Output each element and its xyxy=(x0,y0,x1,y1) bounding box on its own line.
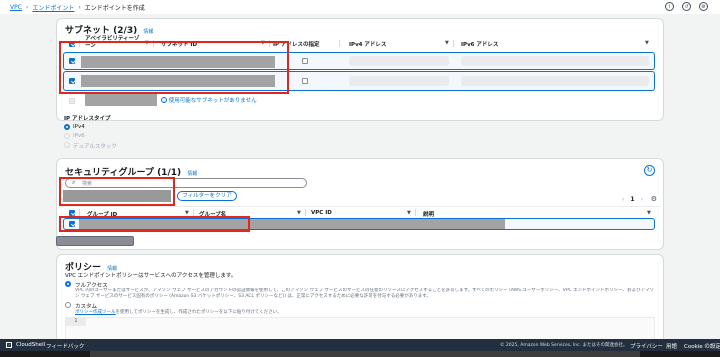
ip-spec-checkbox[interactable] xyxy=(302,58,308,64)
info-icon[interactable]: i xyxy=(665,2,674,11)
col-ipv4: IPv4 アドレス xyxy=(349,42,387,48)
custom-radio[interactable] xyxy=(65,302,71,308)
copyright-text: © 2025, Amazon Web Services, Inc. またはその関… xyxy=(500,343,628,348)
settings-gear-icon[interactable]: ⚙ xyxy=(651,195,657,203)
ipv6-radio-label: IPv6 xyxy=(73,133,85,139)
caret-down-icon[interactable]: ▼ xyxy=(645,40,649,46)
privacy-link[interactable]: プライバシー xyxy=(630,342,663,350)
ipv4-address-input[interactable] xyxy=(349,56,449,66)
subnets-info-link[interactable]: 情報 xyxy=(143,29,153,35)
highlight-box xyxy=(59,41,289,94)
column-divider xyxy=(415,209,416,216)
pagination: ‹ 1 › xyxy=(622,196,643,203)
page-number[interactable]: 1 xyxy=(630,196,634,203)
ipv6-radio xyxy=(64,133,70,139)
subnets-count: (2/3) xyxy=(113,26,138,36)
col-description[interactable]: 説明 xyxy=(423,210,434,218)
line-number: 1 xyxy=(66,318,86,326)
clear-filter-label: フィルターをクリア xyxy=(182,193,232,199)
security-groups-panel: セキュリティグループ (1/1) 情報 ↻ ⌕ 検索 フィルターをクリア ‹ 1… xyxy=(56,158,664,250)
bottom-bar-overlay xyxy=(90,351,640,357)
history-icon[interactable]: ↺ xyxy=(682,2,691,11)
custom-description: ポリシー作成ツールを使用してポリシーを生成し、作成されたポリシーを以下に貼り付け… xyxy=(75,309,282,315)
policy-subtitle: VPC エンドポイントポリシーはサービスへのアクセスを管理します。 xyxy=(65,273,237,279)
subnet-row-checkbox-disabled xyxy=(69,98,75,104)
dualstack-radio xyxy=(64,142,70,148)
no-subnet-message-text: 使用可能なサブネットがありません xyxy=(168,98,257,104)
policy-generator-link[interactable]: ポリシー作成ツール xyxy=(75,310,116,315)
settings-icon[interactable]: ⚙ xyxy=(699,2,708,11)
full-access-description: VPC 内のユーザーまたはサービスが、アマゾン ウェブ サービスのアカウントの認… xyxy=(75,288,655,299)
col-ipv6: IPv6 アドレス xyxy=(461,42,499,48)
divider xyxy=(59,206,661,207)
dualstack-radio-label: デュアルスタック xyxy=(73,144,117,150)
cloudshell-link[interactable]: CloudShell xyxy=(16,342,45,348)
no-subnet-message: i 使用可能なサブネットがありません xyxy=(161,96,257,104)
refresh-icon[interactable]: ↻ xyxy=(644,165,655,176)
ip-type-label: IP アドレスタイプ xyxy=(64,116,111,122)
breadcrumb: VPC › エンドポイント › エンドポイントを作成 i ↺ ⚙ xyxy=(0,0,720,14)
chevron-right-icon[interactable]: › xyxy=(641,196,643,203)
column-divider xyxy=(339,40,340,47)
column-divider xyxy=(305,209,306,216)
chevron-right-icon: › xyxy=(25,3,29,11)
subnets-panel: サブネット (2/3) 情報 アベイラビリティーゾーン ▼ サブネット ID ▼… xyxy=(56,18,664,121)
column-divider xyxy=(79,209,80,216)
ipv6-address-input[interactable] xyxy=(461,56,649,66)
feedback-link[interactable]: フィードバック xyxy=(46,342,84,350)
ipv4-radio[interactable] xyxy=(64,124,70,130)
highlight-box xyxy=(59,177,175,206)
caret-down-icon[interactable]: ▼ xyxy=(297,210,301,216)
ipv4-radio-label: IPv4 xyxy=(73,124,85,130)
info-circle-icon: i xyxy=(161,97,167,103)
col-vpc-id[interactable]: VPC ID xyxy=(311,210,332,216)
full-access-radio[interactable] xyxy=(65,281,71,287)
cookie-link[interactable]: Cookie の設定 xyxy=(684,342,720,350)
ipv4-address-input[interactable] xyxy=(349,76,449,86)
caret-down-icon[interactable]: ▼ xyxy=(647,210,651,216)
subnet-row-redacted xyxy=(85,94,157,106)
redacted-button[interactable] xyxy=(56,236,134,246)
clear-filter-button[interactable]: フィルターをクリア xyxy=(177,191,237,201)
subnets-title-text: サブネット xyxy=(65,26,111,36)
chevron-right-icon: › xyxy=(78,3,81,11)
custom-description-text: を使用してポリシーを生成し、作成されたポリシーを以下に貼り付けてください。 xyxy=(115,310,282,315)
terms-link[interactable]: 用語 xyxy=(666,342,677,350)
breadcrumb-vpc-link[interactable]: VPC xyxy=(10,4,22,11)
ipv6-address-input[interactable] xyxy=(461,76,649,86)
breadcrumb-endpoints-link[interactable]: エンドポイント xyxy=(32,3,74,12)
caret-down-icon[interactable]: ▼ xyxy=(407,210,411,216)
security-groups-info-link[interactable]: 情報 xyxy=(187,171,197,177)
footer: › CloudShell フィードバック © 2025, Amazon Web … xyxy=(0,339,720,351)
subnets-title: サブネット (2/3) 情報 xyxy=(65,23,153,36)
column-divider xyxy=(193,209,194,216)
column-divider xyxy=(453,40,454,47)
policy-panel: ポリシー 情報 VPC エンドポイントポリシーはサービスへのアクセスを管理します… xyxy=(56,254,664,344)
ip-spec-checkbox[interactable] xyxy=(302,78,308,84)
cloudshell-icon[interactable]: › xyxy=(6,342,12,348)
highlight-box xyxy=(59,216,250,232)
chevron-left-icon[interactable]: ‹ xyxy=(622,196,624,203)
breadcrumb-current: エンドポイントを作成 xyxy=(84,4,145,12)
caret-down-icon[interactable]: ▼ xyxy=(445,40,449,46)
